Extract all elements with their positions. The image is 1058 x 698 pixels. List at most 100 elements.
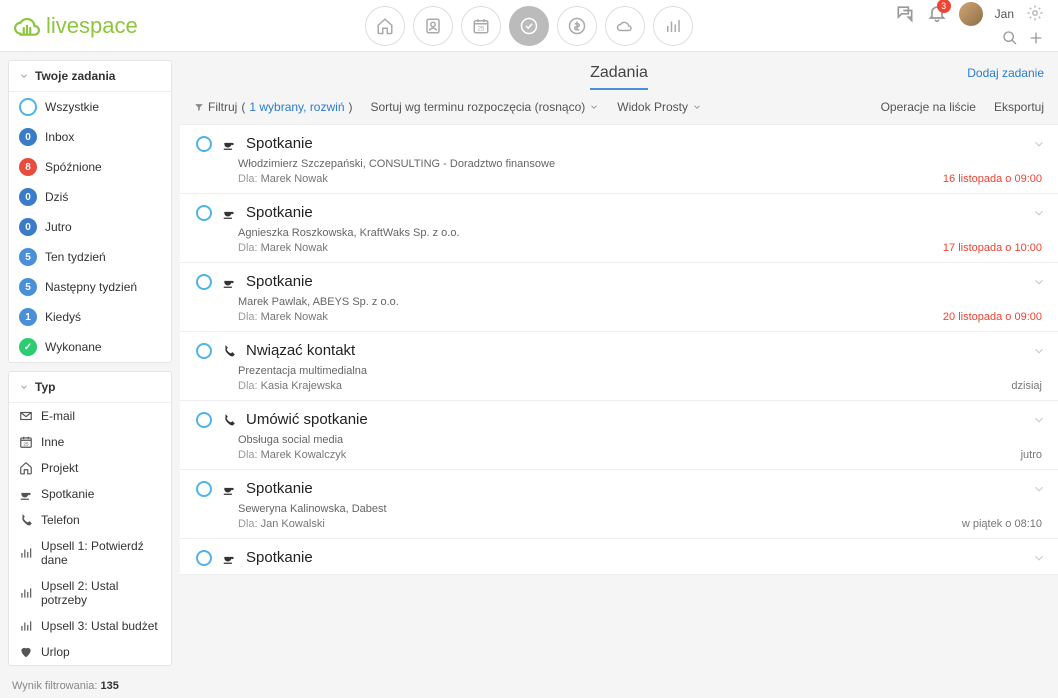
nav-calendar[interactable]	[461, 6, 501, 46]
sidebar-item[interactable]: 0Dziś	[9, 182, 171, 212]
task-assignee: Dla: Jan Kowalski	[238, 518, 1042, 530]
sidebar-type-header[interactable]: Typ	[9, 372, 171, 403]
task-row[interactable]: Nwiązać kontaktPrezentacja multimedialna…	[180, 331, 1058, 400]
task-subtitle: Prezentacja multimedialna	[238, 365, 1042, 377]
sidebar-type-item[interactable]: Telefon	[9, 507, 171, 533]
nav-tasks[interactable]	[509, 6, 549, 46]
sidebar-item[interactable]: 8Spóźnione	[9, 152, 171, 182]
sidebar-item[interactable]: 1Kiedyś	[9, 302, 171, 332]
sidebar-type-item[interactable]: Upsell 1: Potwierdź dane	[9, 533, 171, 573]
task-expand[interactable]	[1032, 275, 1046, 292]
task-title: Spotkanie	[246, 135, 313, 152]
task-row[interactable]: SpotkanieWłodzimierz Szczepański, CONSUL…	[180, 124, 1058, 193]
task-row[interactable]: Spotkanie	[180, 538, 1058, 575]
chevron-down-icon	[1032, 344, 1046, 358]
plus-icon	[1028, 30, 1044, 46]
sidebar-item[interactable]: 5Ten tydzień	[9, 242, 171, 272]
sidebar-type-item[interactable]: Inne	[9, 429, 171, 455]
task-expand[interactable]	[1032, 206, 1046, 223]
task-expand[interactable]	[1032, 344, 1046, 361]
task-complete-checkbox[interactable]	[196, 481, 212, 497]
filter-dropdown[interactable]: Filtruj (1 wybrany, rozwiń)	[194, 100, 353, 114]
sidebar-type-item[interactable]: Projekt	[9, 455, 171, 481]
task-date: w piątek o 08:10	[962, 518, 1042, 530]
sidebar-type-item[interactable]: Spotkanie	[9, 481, 171, 507]
chevron-down-icon	[19, 71, 29, 81]
bars-icon	[19, 546, 33, 560]
sidebar-tasks-panel: Twoje zadania Wszystkie0Inbox8Spóźnione0…	[8, 60, 172, 363]
list-operations[interactable]: Operacje na liście	[881, 100, 976, 114]
task-subtitle: Marek Pawlak, ABEYS Sp. z o.o.	[238, 296, 1042, 308]
sidebar-item-label: Jutro	[45, 220, 72, 234]
task-expand[interactable]	[1032, 413, 1046, 430]
topbar: livespace 3 Jan	[0, 0, 1058, 52]
chat-button[interactable]	[895, 3, 915, 26]
task-assignee: Dla: Marek Nowak	[238, 311, 1042, 323]
avatar[interactable]	[959, 2, 983, 26]
sort-dropdown[interactable]: Sortuj wg terminu rozpoczęcia (rosnąco)	[371, 100, 600, 114]
task-title: Spotkanie	[246, 273, 313, 290]
sidebar-tasks-header[interactable]: Twoje zadania	[9, 61, 171, 92]
count-badge: 5	[19, 248, 37, 266]
add-button[interactable]	[1028, 30, 1044, 49]
settings-button[interactable]	[1026, 4, 1044, 25]
sidebar-type-item[interactable]: Urlop	[9, 639, 171, 665]
count-badge: ✓	[19, 338, 37, 356]
task-complete-checkbox[interactable]	[196, 274, 212, 290]
notifications-button[interactable]: 3	[927, 3, 947, 26]
search-button[interactable]	[1002, 30, 1018, 49]
bars-icon	[664, 17, 682, 35]
task-complete-checkbox[interactable]	[196, 412, 212, 428]
sidebar-item-label: Inbox	[45, 130, 74, 144]
gear-icon	[1026, 4, 1044, 22]
sidebar-item[interactable]: Wszystkie	[9, 92, 171, 122]
bars-icon	[19, 619, 33, 633]
task-row[interactable]: Umówić spotkanieObsługa social mediaDla:…	[180, 400, 1058, 469]
page-title[interactable]: Zadania	[590, 64, 648, 90]
sidebar-type-item[interactable]: Upsell 2: Ustal potrzeby	[9, 573, 171, 613]
logo[interactable]: livespace	[14, 13, 138, 39]
task-complete-checkbox[interactable]	[196, 136, 212, 152]
task-row[interactable]: SpotkanieAgnieszka Roszkowska, KraftWaks…	[180, 193, 1058, 262]
bars-icon	[19, 586, 33, 600]
task-row[interactable]: Spotkanie Marek Pawlak, ABEYS Sp. z o.o. D…	[180, 262, 1058, 331]
sidebar-item-label: Następny tydzień	[45, 280, 137, 294]
brand-text: livespace	[46, 13, 138, 39]
sidebar-item[interactable]: 5Następny tydzień	[9, 272, 171, 302]
nav-home[interactable]	[365, 6, 405, 46]
sidebar-item[interactable]: 0 Inbox	[9, 122, 171, 152]
home-icon	[19, 461, 33, 475]
nav-cloud[interactable]	[605, 6, 645, 46]
main: Zadania Dodaj zadanie Filtruj (1 wybrany…	[180, 52, 1058, 634]
task-expand[interactable]	[1032, 482, 1046, 499]
sidebar-type-item[interactable]: Upsell 3: Ustal budżet	[9, 613, 171, 639]
add-task-link[interactable]: Dodaj zadanie	[967, 66, 1044, 80]
filter-icon	[194, 102, 204, 112]
task-complete-checkbox[interactable]	[196, 343, 212, 359]
task-assignee: Dla: Marek Nowak	[238, 173, 1042, 185]
nav-contacts[interactable]	[413, 6, 453, 46]
task-assignee: Dla: Kasia Krajewska	[238, 380, 1042, 392]
cup-icon	[222, 137, 236, 151]
sidebar-item[interactable]: 0Jutro	[9, 212, 171, 242]
export-button[interactable]: Eksportuj	[994, 100, 1044, 114]
cup-icon	[222, 206, 236, 220]
cloud2-icon	[616, 17, 634, 35]
task-complete-checkbox[interactable]	[196, 550, 212, 566]
nav-reports[interactable]	[653, 6, 693, 46]
nav-finance[interactable]	[557, 6, 597, 46]
sidebar: Twoje zadania Wszystkie0Inbox8Spóźnione0…	[0, 52, 180, 634]
sidebar-item[interactable]: ✓Wykonane	[9, 332, 171, 362]
task-row[interactable]: SpotkanieSeweryna Kalinowska, DabestDla:…	[180, 469, 1058, 538]
sidebar-type-item[interactable]: E-mail	[9, 403, 171, 429]
username: Jan	[995, 7, 1014, 21]
task-expand[interactable]	[1032, 137, 1046, 154]
task-expand[interactable]	[1032, 551, 1046, 568]
task-assignee: Dla: Marek Kowalczyk	[238, 449, 1042, 461]
task-title: Spotkanie	[246, 204, 313, 221]
chevron-down-icon	[1032, 206, 1046, 220]
count-badge: 0	[19, 128, 37, 146]
chevron-down-icon	[1032, 413, 1046, 427]
task-complete-checkbox[interactable]	[196, 205, 212, 221]
view-dropdown[interactable]: Widok Prosty	[617, 100, 702, 114]
